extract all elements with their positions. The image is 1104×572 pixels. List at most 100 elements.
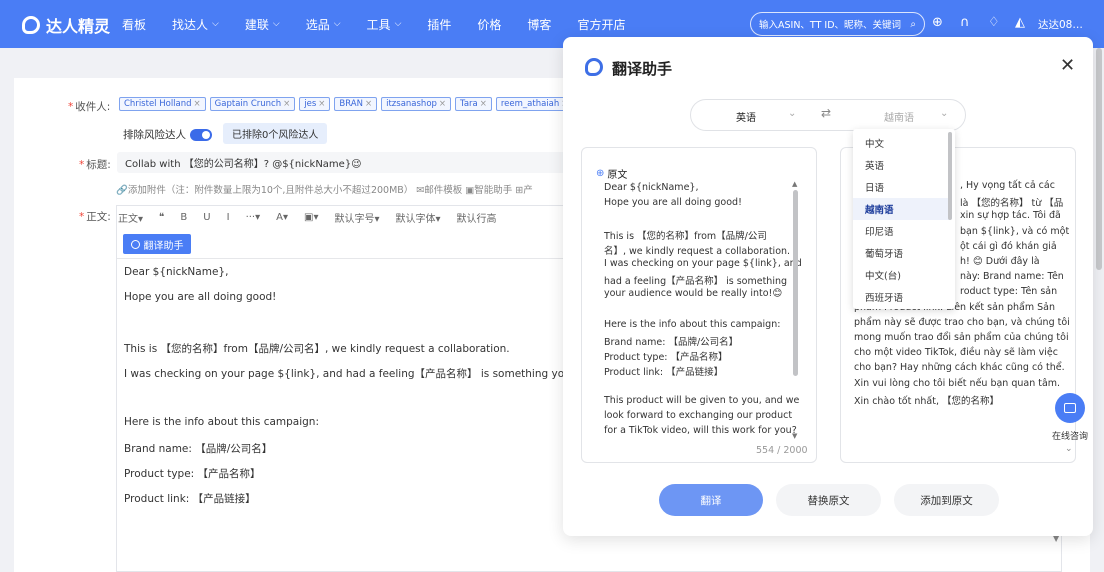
source-language-select[interactable]: 英语 — [736, 109, 756, 124]
body-line: This is 【您的名称】from【品牌/公司名】, we kindly re… — [124, 343, 510, 355]
nav-item[interactable]: 看板 — [122, 16, 146, 33]
globe-icon[interactable]: ⊕ — [932, 15, 943, 30]
nav-item[interactable]: 官方开店 — [577, 16, 625, 33]
toolbar-control[interactable]: ❝ — [159, 212, 164, 223]
recipient-chip[interactable]: BRAN × — [334, 97, 378, 111]
source-line: Product type: 【产品名称】 — [604, 352, 728, 364]
toolbar-control[interactable]: 默认行高 — [457, 210, 497, 225]
language-option[interactable]: 中文(台) — [853, 264, 949, 286]
translated-line: , Hy vọng tất cả các — [960, 180, 1055, 191]
source-scrollbar[interactable] — [793, 190, 798, 376]
replace-original-button[interactable]: 替换原文 — [776, 484, 881, 516]
toolbar-control[interactable]: 正文▾ — [118, 210, 143, 225]
chevron-down-icon: ⌵ — [212, 19, 219, 29]
dropdown-scrollbar[interactable] — [948, 132, 952, 220]
source-line: 名】, we kindly request a collaboration. — [604, 245, 791, 257]
chevron-down-icon: ⌵ — [394, 19, 402, 29]
swap-languages-icon[interactable]: ⇄ — [821, 106, 831, 120]
toolbar-control[interactable]: ▣▾ — [304, 212, 318, 223]
source-line: Hope you are all doing good! — [604, 197, 742, 209]
scroll-up-icon[interactable]: ▲ — [792, 180, 797, 188]
toolbar-control[interactable]: A▾ — [276, 212, 288, 223]
chevron-down-icon[interactable]: ⌄ — [940, 108, 948, 119]
subject-input[interactable]: Collab with 【您的公司名称】? @${nickName}😉 — [117, 152, 577, 173]
translated-line: Xin chào tốt nhất, 【您的名称】 — [854, 395, 999, 407]
global-search-input[interactable]: 输入ASIN、TT ID、昵称、关键词 ⌕ — [750, 12, 925, 36]
source-line: Dear ${nickName}, — [604, 182, 699, 193]
remove-icon[interactable]: × — [480, 99, 487, 109]
chevron-down-icon[interactable]: ⌄ — [788, 108, 796, 119]
brand-logo-icon — [22, 16, 40, 34]
body-line: Dear ${nickName}, — [124, 266, 229, 278]
user-menu[interactable]: 达达08… — [1038, 17, 1083, 32]
toolbar-control[interactable]: ···▾ — [246, 212, 261, 223]
excluded-count-badge: 已排除0个风险达人 — [223, 123, 328, 144]
exclude-risk-toggle[interactable] — [190, 128, 212, 141]
translate-button[interactable]: 翻译 — [659, 484, 763, 516]
source-line: for a TikTok video, will this work for y… — [604, 425, 797, 437]
scroll-down-icon[interactable]: ▼ — [792, 432, 797, 440]
recipient-chip[interactable]: Tara × — [455, 97, 492, 111]
chevron-down-icon[interactable]: ⌄ — [1065, 444, 1073, 454]
translated-line: bạn ${link}, và có một — [960, 225, 1070, 237]
nav-item[interactable]: 工具 ⌵ — [367, 16, 402, 33]
recipient-chip[interactable]: Christel Holland × — [119, 97, 206, 111]
body-line: Here is the info about this campaign: — [124, 416, 320, 428]
nav-item-label: 看板 — [122, 17, 147, 32]
nav-item[interactable]: 插件 — [427, 16, 451, 33]
toolbar-control[interactable]: 默认字号▾ — [334, 210, 379, 225]
online-chat-button[interactable] — [1055, 393, 1085, 423]
toolbar-control[interactable]: I — [227, 212, 230, 223]
source-line: Here is the info about this campaign: — [604, 318, 781, 330]
character-count: 554 / 2000 — [756, 445, 808, 456]
nav-item[interactable]: 建联 ⌵ — [245, 16, 280, 33]
recipients-label: * 收件人: — [68, 101, 111, 113]
source-line: your audience would be really into!😊 — [604, 288, 783, 300]
source-line: This product will be given to you, and w… — [604, 394, 800, 406]
recipient-chip[interactable]: reem_athaiah× — [495, 97, 574, 111]
attach-toolbar[interactable]: 🔗添加附件（注：附件数量上限为10个,且附件总大小不超过200MB） ✉邮件模板… — [116, 182, 533, 196]
chevron-down-icon: ⌵ — [272, 19, 280, 29]
page-scrollbar[interactable] — [1096, 48, 1102, 270]
recipient-chips: Christel Holland × Gaptain Crunch × jes × BRAN… — [119, 97, 631, 111]
recipient-chip[interactable]: itzsanashop × — [381, 97, 452, 111]
remove-icon[interactable]: × — [283, 99, 290, 109]
toolbar-control[interactable]: U — [203, 212, 210, 223]
language-option[interactable]: 越南语 — [853, 198, 949, 220]
chat-icon — [1064, 403, 1076, 413]
nav-item[interactable]: 选品 ⌵ — [306, 16, 341, 33]
recipient-chip[interactable]: jes × — [299, 97, 331, 111]
toolbar-control[interactable]: 默认字体▾ — [396, 210, 441, 225]
source-line: had a feeling【产品名称】 is something — [604, 276, 788, 288]
lightbulb-icon[interactable]: ♢ — [988, 15, 1000, 30]
translated-line: mong muốn trao đổi sản phẩm của chúng tô… — [854, 332, 1069, 343]
append-to-original-button[interactable]: 添加到原文 — [894, 484, 999, 516]
bell-icon[interactable]: ◭ — [1015, 15, 1025, 30]
nav-item[interactable]: 博客 — [527, 16, 551, 33]
nav-item[interactable]: 找达人 ⌵ — [172, 16, 219, 33]
nav-item-label: 工具 — [366, 17, 391, 32]
remove-icon[interactable]: × — [365, 99, 372, 109]
nav-item[interactable]: 价格 — [477, 16, 501, 33]
language-option[interactable]: 中文 — [853, 132, 949, 154]
nav-item-label: 建联 — [244, 17, 269, 32]
language-option[interactable]: 印尼语 — [853, 220, 949, 242]
brand-logo[interactable]: 达人精灵 — [22, 13, 110, 37]
remove-icon[interactable]: × — [439, 99, 446, 109]
headset-icon[interactable]: ∩ — [960, 15, 970, 30]
close-icon[interactable]: ✕ — [1060, 55, 1075, 76]
source-line: look forward to exchanging our product — [604, 410, 793, 421]
language-option[interactable]: 英语 — [853, 154, 949, 176]
remove-icon[interactable]: × — [194, 99, 201, 109]
translated-line: là 【您的名称】 từ 【品 — [960, 198, 1064, 210]
language-option[interactable]: 日语 — [853, 176, 949, 198]
toolbar-control[interactable]: B — [180, 212, 187, 223]
recipient-chip[interactable]: Gaptain Crunch × — [209, 97, 296, 111]
language-option[interactable]: 西班牙语 — [853, 286, 949, 308]
translate-assistant-button[interactable]: 翻译助手 — [123, 234, 191, 254]
language-option[interactable]: 葡萄牙语 — [853, 242, 949, 264]
recipient-name: Tara — [460, 99, 478, 109]
target-language-select[interactable]: 越南语 — [884, 109, 914, 124]
search-icon[interactable]: ⌕ — [910, 19, 916, 30]
remove-icon[interactable]: × — [318, 99, 325, 109]
